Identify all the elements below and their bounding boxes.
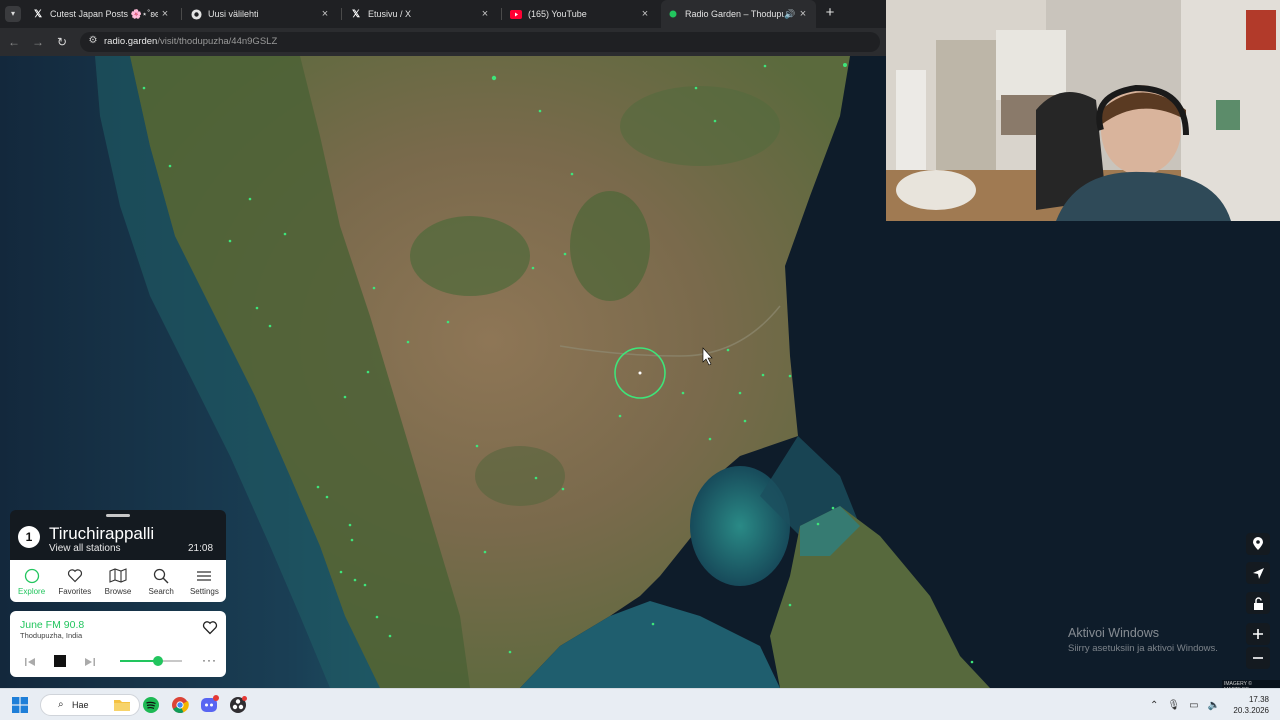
webcam-overlay — [886, 0, 1280, 221]
speaker-icon[interactable]: 🔊 — [784, 9, 796, 20]
chevron-up-icon[interactable]: ⌃ — [1150, 700, 1158, 711]
x-logo-icon: 𝕏 — [351, 8, 361, 20]
map-icon — [109, 567, 127, 585]
clock-date: 20.3.2026 — [1233, 706, 1269, 715]
next-icon[interactable] — [84, 655, 96, 667]
explore-icon — [24, 567, 40, 585]
display-icon[interactable]: ▭ — [1189, 700, 1198, 711]
tab-new-tab[interactable]: Uusi välilehti × — [184, 0, 338, 28]
station-location: Thodupuzha, India — [20, 631, 83, 640]
local-time: 21:08 — [188, 543, 214, 554]
player-card: June FM 90.8 Thodupuzha, India ··· — [10, 611, 226, 677]
tab-youtube[interactable]: (165) YouTube × — [504, 0, 658, 28]
tab-label: Favorites — [58, 586, 92, 596]
locate-button[interactable] — [1246, 562, 1270, 584]
tab-explore[interactable]: Explore — [10, 560, 53, 602]
lock-button[interactable] — [1246, 592, 1270, 614]
discord-icon[interactable] — [199, 695, 219, 715]
tab-cutest-japan-posts[interactable]: 𝕏 Cutest Japan Posts 🌸⋆˚ʚɞ ¨c... × — [26, 0, 178, 28]
new-tab-button[interactable]: + — [822, 5, 838, 21]
search-icon: ⌕ — [58, 699, 64, 710]
close-icon[interactable]: × — [318, 8, 332, 20]
chrome-icon[interactable] — [170, 695, 190, 715]
favorite-heart-icon[interactable] — [202, 620, 218, 636]
activate-windows-subtitle: Siirry asetuksiin ja aktivoi Windows. — [1068, 643, 1218, 654]
tab-title: Radio Garden – Thodupuzh... — [685, 9, 784, 19]
tab-etusivu-x[interactable]: 𝕏 Etusivu / X × — [344, 0, 498, 28]
spotify-icon[interactable] — [141, 695, 161, 715]
volume-slider[interactable] — [120, 656, 182, 666]
station-name[interactable]: June FM 90.8 — [20, 619, 84, 631]
place-name: Tiruchirappalli — [49, 524, 155, 543]
tab-title: Uusi välilehti — [208, 9, 259, 19]
microphone-icon[interactable]: 🎙 — [1167, 700, 1180, 711]
webcam-feed-image — [886, 0, 1280, 221]
url-path: /visit/thodupuzha/44n9GSLZ — [157, 36, 278, 47]
locate-icon — [1252, 567, 1264, 579]
volume-knob[interactable] — [153, 656, 164, 666]
tab-label: Search — [148, 586, 174, 596]
zoom-out-button[interactable] — [1246, 647, 1270, 669]
tab-radio-garden[interactable]: Radio Garden – Thodupuzh... 🔊 × — [661, 0, 816, 28]
windows-start-icon[interactable] — [12, 697, 28, 713]
tab-label: Explore — [18, 586, 46, 596]
tab-label: Browse — [104, 586, 132, 596]
tab-title: Cutest Japan Posts 🌸⋆˚ʚɞ ¨c... — [50, 8, 158, 19]
obs-icon[interactable] — [228, 695, 248, 715]
tab-browse[interactable]: Browse — [96, 560, 139, 602]
place-card[interactable]: 1 Tiruchirappalli View all stations 21:0… — [10, 510, 226, 560]
tab-search[interactable]: Search — [140, 560, 183, 602]
chrome-icon — [190, 8, 202, 20]
taskbar-clock[interactable]: 17.38 20.3.2026 — [1229, 694, 1269, 716]
speaker-icon[interactable]: 🔈 — [1208, 700, 1220, 711]
activate-windows-title: Aktivoi Windows — [1068, 626, 1159, 640]
pin-icon — [1253, 537, 1263, 550]
search-icon — [153, 567, 169, 585]
tab-search-button[interactable]: ▾ — [5, 6, 21, 22]
forward-button[interactable]: → — [30, 34, 46, 50]
heart-icon — [67, 567, 83, 585]
more-options-button[interactable]: ··· — [202, 653, 217, 667]
tab-label: Settings — [189, 586, 219, 596]
clock-time: 17.38 — [1248, 695, 1269, 704]
tab-settings[interactable]: Settings — [183, 560, 226, 602]
tab-favorites[interactable]: Favorites — [53, 560, 96, 602]
close-icon[interactable]: × — [796, 8, 810, 20]
url-text: radio.garden/visit/thodupuzha/44n9GSLZ — [104, 36, 277, 47]
pin-button[interactable] — [1246, 533, 1270, 555]
back-button[interactable]: ← — [6, 34, 22, 50]
zoom-in-icon — [1253, 629, 1263, 639]
close-icon[interactable]: × — [158, 8, 172, 20]
view-all-stations-link[interactable]: View all stations — [49, 543, 121, 554]
windows-taskbar: ⌕ Hae ⌃ 🎙 ▭ 🔈 17.38 20.3.2026 — [0, 688, 1280, 720]
youtube-icon — [510, 8, 522, 20]
zoom-out-icon — [1253, 657, 1263, 659]
close-icon[interactable]: × — [478, 8, 492, 20]
zoom-in-button[interactable] — [1246, 623, 1270, 645]
x-logo-icon: 𝕏 — [33, 8, 43, 20]
system-tray: ⌃ 🎙 ▭ 🔈 — [1150, 697, 1220, 713]
radio-garden-icon — [667, 8, 679, 20]
lock-icon — [1253, 596, 1263, 610]
station-count-badge: 1 — [18, 526, 40, 548]
previous-icon[interactable] — [24, 655, 36, 667]
close-icon[interactable]: × — [638, 8, 652, 20]
url-host: radio.garden — [104, 36, 158, 47]
site-info-icon[interactable]: ⚙ — [86, 35, 100, 49]
search-label: Hae — [72, 700, 89, 710]
stop-button[interactable] — [54, 655, 66, 667]
file-explorer-icon[interactable] — [112, 695, 132, 715]
menu-icon — [197, 567, 212, 585]
tab-title: (165) YouTube — [528, 9, 587, 19]
address-bar[interactable]: ⚙ radio.garden/visit/thodupuzha/44n9GSLZ — [80, 32, 880, 52]
tab-title: Etusivu / X — [368, 9, 412, 19]
radio-nav: Explore Favorites Browse Search Settings — [10, 560, 226, 602]
reload-button[interactable]: ↻ — [54, 34, 70, 50]
drag-handle[interactable] — [106, 514, 130, 517]
